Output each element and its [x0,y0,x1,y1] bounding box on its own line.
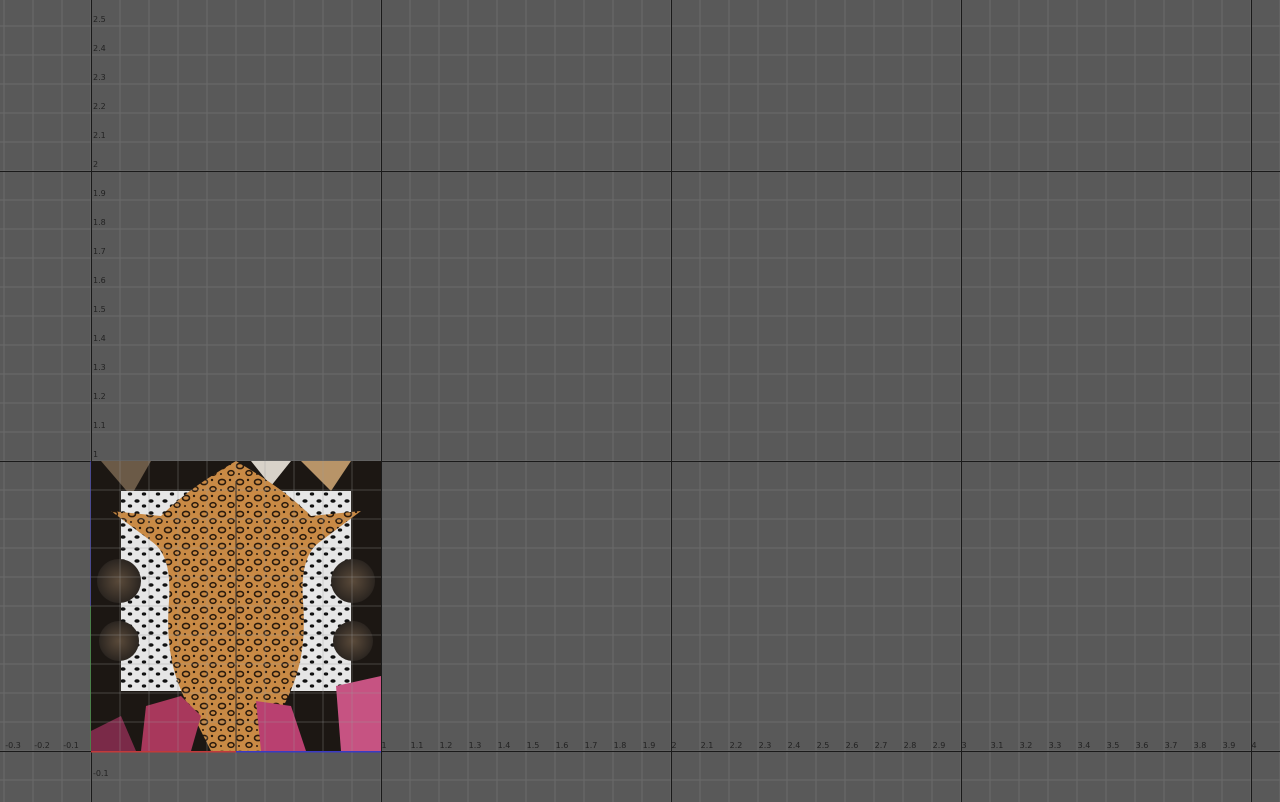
uv-editor-viewport[interactable]: -0.3 -0.2 -0.1 1 1.1 1.2 1.3 1.4 1.5 1.6… [0,0,1280,802]
uv-texture-tile[interactable] [91,461,381,751]
leopard-skin-texture [91,461,381,751]
